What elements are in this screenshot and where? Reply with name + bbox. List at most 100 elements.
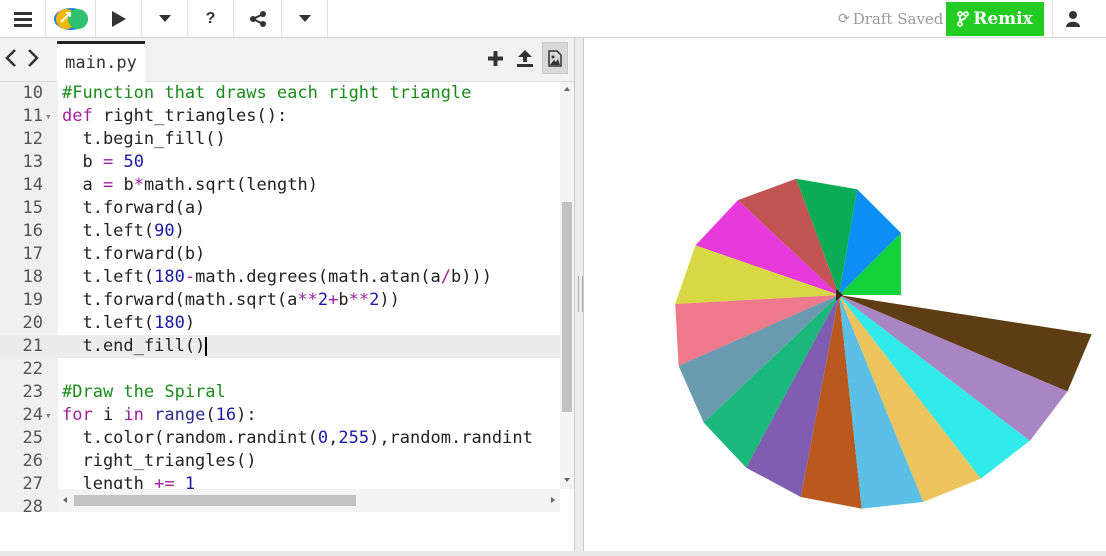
- code-line[interactable]: 15 t.forward(a): [0, 197, 560, 220]
- code-text: t.forward(a): [62, 198, 206, 218]
- code-line[interactable]: 23 #Draw the Spiral: [0, 381, 560, 404]
- code-text: t.begin_fill(): [62, 129, 226, 149]
- code-text: a = b*math.sqrt(length): [62, 175, 318, 195]
- line-number: 15: [22, 198, 43, 218]
- code-text: t.left(180-math.degrees(math.atan(a/b))): [62, 267, 492, 287]
- code-line[interactable]: 19 t.forward(math.sqrt(a**2+b**2)): [0, 289, 560, 312]
- code-text: b = 50: [62, 152, 144, 172]
- chevron-right-icon[interactable]: [26, 48, 40, 68]
- chevron-left-icon[interactable]: [4, 48, 18, 68]
- code-text: t.left(90): [62, 221, 185, 241]
- remix-button[interactable]: Remix: [946, 2, 1044, 36]
- code-text: #Function that draws each right triangle: [62, 83, 472, 103]
- logo-button[interactable]: [46, 0, 96, 37]
- file-tools: [482, 42, 568, 74]
- code-text: t.left(180): [62, 313, 196, 333]
- code-line[interactable]: 25 t.color(random.randint(0,255),random.…: [0, 427, 560, 450]
- line-number: 25: [22, 428, 43, 448]
- code-text: t.color(random.randint(0,255),random.ran…: [62, 428, 533, 448]
- pane-resize-handle[interactable]: [574, 38, 584, 551]
- code-line[interactable]: 22: [0, 358, 560, 381]
- add-file-button[interactable]: [482, 42, 508, 74]
- line-number: 24: [22, 405, 43, 425]
- scroll-left-icon: [63, 497, 67, 503]
- line-number: 13: [22, 152, 43, 172]
- code-line[interactable]: 20 t.left(180): [0, 312, 560, 335]
- fold-arrow-icon[interactable]: ▾: [45, 105, 52, 128]
- menu-icon: [13, 11, 32, 27]
- code-line[interactable]: 11 ▾ def right_triangles():: [0, 105, 560, 128]
- toolbar: ? ⟳ Draft Saved Remix: [0, 0, 1106, 38]
- upload-icon: [517, 49, 533, 67]
- scroll-down-icon: [564, 478, 570, 482]
- question-icon: ?: [205, 9, 216, 27]
- resize-grip-icon: [578, 276, 583, 312]
- vertical-scroll-thumb[interactable]: [562, 202, 572, 412]
- code-editor[interactable]: 10 #Function that draws each right triang…: [0, 82, 574, 512]
- line-number: 27: [22, 474, 43, 494]
- code-line[interactable]: 24 ▾ for i in range(16):: [0, 404, 560, 427]
- menu-button[interactable]: [0, 0, 46, 37]
- image-library-button[interactable]: [542, 42, 568, 74]
- code-line[interactable]: 17 t.forward(b): [0, 243, 560, 266]
- code-line[interactable]: 10 #Function that draws each right triang…: [0, 82, 560, 105]
- editor-pane: main.py 10 #Function that draws each righ…: [0, 38, 574, 551]
- line-number: 12: [22, 129, 43, 149]
- code-line[interactable]: 12 t.begin_fill(): [0, 128, 560, 151]
- line-number: 17: [22, 244, 43, 264]
- file-tab-bar: main.py: [0, 38, 574, 82]
- trinket-logo-icon: [53, 7, 88, 30]
- code-line[interactable]: 26 right_triangles(): [0, 450, 560, 473]
- code-line[interactable]: 14 a = b*math.sqrt(length): [0, 174, 560, 197]
- code-text: #Draw the Spiral: [62, 382, 226, 402]
- line-number: 16: [22, 221, 43, 241]
- draft-status: ⟳ Draft Saved: [838, 0, 943, 37]
- upload-file-button[interactable]: [512, 42, 538, 74]
- line-number: 28: [22, 497, 43, 512]
- code-text: for i in range(16):: [62, 405, 257, 425]
- text-cursor: [205, 336, 208, 356]
- line-number: 23: [22, 382, 43, 402]
- line-number: 10: [22, 83, 43, 103]
- line-number: 26: [22, 451, 43, 471]
- refresh-icon: ⟳: [838, 10, 850, 27]
- turtle-canvas: [675, 178, 1092, 509]
- horizontal-scroll-thumb[interactable]: [74, 495, 356, 506]
- remix-label: Remix: [973, 9, 1033, 29]
- output-pane: [584, 38, 1106, 551]
- user-menu-button[interactable]: [1052, 0, 1093, 37]
- share-icon: [249, 10, 266, 27]
- line-number: 22: [22, 359, 43, 379]
- code-text: def right_triangles():: [62, 106, 288, 126]
- image-file-icon: [548, 49, 562, 67]
- help-button[interactable]: ?: [188, 0, 234, 37]
- scroll-right-icon: [551, 497, 555, 503]
- run-button[interactable]: [96, 0, 142, 37]
- line-number: 18: [22, 267, 43, 287]
- editor-vertical-scrollbar[interactable]: [560, 82, 574, 489]
- editor-horizontal-scrollbar[interactable]: [58, 489, 560, 512]
- code-line[interactable]: 16 t.left(90): [0, 220, 560, 243]
- share-options-dropdown[interactable]: [282, 0, 328, 37]
- line-number: 11: [22, 106, 43, 126]
- share-button[interactable]: [234, 0, 282, 37]
- code-text: t.forward(math.sqrt(a**2+b**2)): [62, 290, 400, 310]
- caret-down-icon: [298, 14, 311, 22]
- tab-scroll-arrows: [4, 48, 40, 68]
- line-number: 14: [22, 175, 43, 195]
- fold-arrow-icon[interactable]: ▾: [45, 404, 52, 427]
- code-line[interactable]: 18 t.left(180-math.degrees(math.atan(a/b…: [0, 266, 560, 289]
- tab-main-py[interactable]: main.py: [57, 41, 145, 82]
- code-text: t.end_fill(): [62, 336, 208, 356]
- plus-icon: [487, 50, 503, 66]
- code-line[interactable]: 13 b = 50: [0, 151, 560, 174]
- run-options-dropdown[interactable]: [142, 0, 188, 37]
- line-number: 21: [22, 336, 43, 356]
- draft-status-label: Draft Saved: [852, 9, 944, 28]
- line-number: 20: [22, 313, 43, 333]
- user-icon: [1066, 10, 1080, 27]
- caret-down-icon: [158, 14, 171, 22]
- code-line[interactable]: 21 t.end_fill(): [0, 335, 560, 358]
- play-icon: [111, 10, 126, 27]
- line-number: 19: [22, 290, 43, 310]
